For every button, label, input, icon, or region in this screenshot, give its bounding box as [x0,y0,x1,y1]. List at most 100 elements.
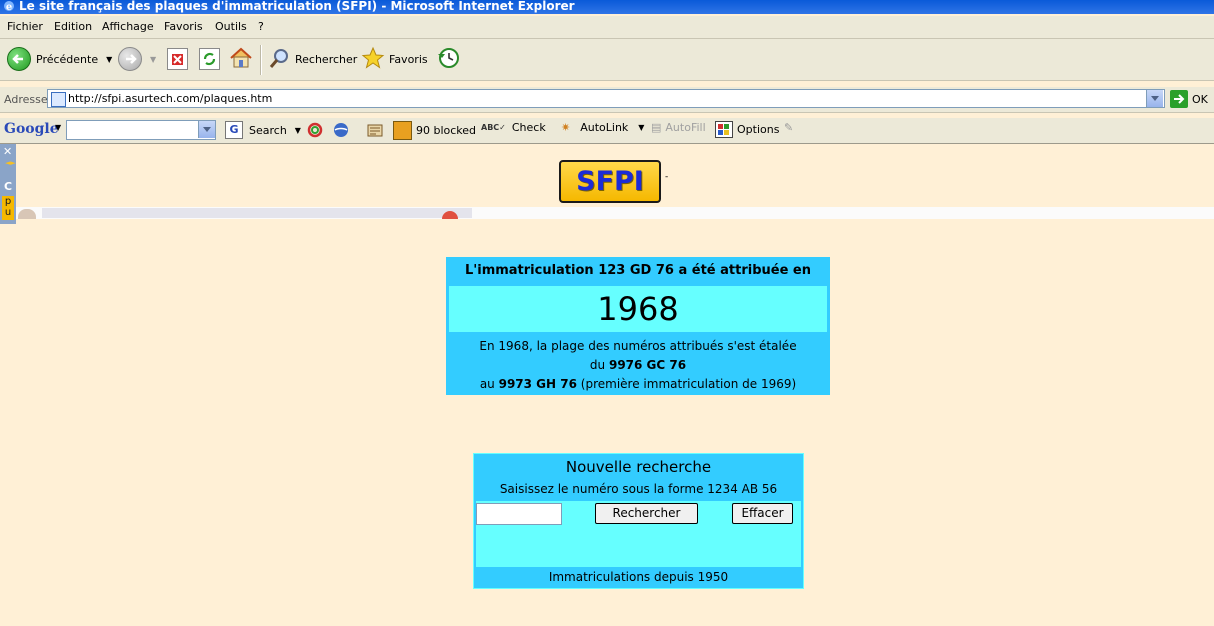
result-line-suffix: (première immatriculation de 1969) [580,377,797,391]
menu-help[interactable]: ? [258,20,264,33]
close-icon[interactable]: ✕ [3,145,12,158]
favorites-label: Favoris [389,52,428,66]
result-panel: L'immatriculation 123 GD 76 a été attrib… [446,257,830,395]
page-icon [51,92,66,107]
autofill-button[interactable]: ▤ AutoFill [651,121,706,134]
result-year: 1968 [449,286,827,332]
new-search-footer: Immatriculations depuis 1950 [548,570,729,584]
favorites-button[interactable]: Favoris [361,46,428,72]
home-button[interactable] [229,46,253,72]
search-form: Rechercher Effacer [476,501,801,567]
svg-text:e: e [6,2,12,12]
menu-favoris[interactable]: Favoris [164,20,203,33]
history-icon [436,46,462,73]
google-search-dropdown-icon[interactable] [198,121,215,138]
google-search-input[interactable] [66,120,216,140]
magnifier-icon [268,46,292,73]
star-icon [361,46,385,73]
popup-blocker-button[interactable]: 90 blocked [393,121,476,140]
effacer-button[interactable]: Effacer [732,503,793,524]
result-details: En 1968, la plage des numéros attribués … [446,337,830,394]
menu-outils[interactable]: Outils [215,20,247,33]
new-search-panel: Nouvelle recherche Saisissez le numéro s… [473,453,804,589]
google-g-icon: G [225,121,243,139]
spell-check-button[interactable]: ABC✓ Check [481,121,546,134]
address-url: http://sfpi.asurtech.com/plaques.htm [68,92,273,105]
forward-arrow-icon [118,47,142,71]
address-dropdown-icon[interactable] [1146,90,1163,107]
stop-button[interactable] [167,46,188,72]
refresh-button[interactable] [199,46,220,72]
google-logo[interactable]: Google [4,121,59,137]
autolink-dropdown-icon[interactable]: ▼ [638,123,644,132]
menu-affichage[interactable]: Affichage [102,20,154,33]
popup-blocked-count: 90 blocked [416,124,477,137]
google-toolbar: Google ▼ G Search ▼ 90 blocked ABC✓ Chec… [0,118,1214,144]
plate-end: 9973 GH 76 [498,377,577,391]
menu-edition[interactable]: Edition [54,20,92,33]
side-letter: u [4,207,12,218]
address-bar: Adresse http://sfpi.asurtech.com/plaques… [0,87,1214,113]
plate-start: 9976 GC 76 [608,358,687,372]
result-heading: L'immatriculation 123 GD 76 a été attrib… [464,263,812,278]
result-line: du 9976 GC 76 [446,356,830,375]
autofill-label: AutoFill [665,121,706,134]
menu-fichier[interactable]: Fichier [7,20,43,33]
standard-toolbar: Précédente ▼ ▼ Rechercher Favoris [0,39,1214,81]
back-label: Précédente [36,52,99,66]
explorer-side-panel[interactable]: ✕ ◄► C pu [0,144,16,224]
back-arrow-icon [7,47,31,71]
google-search-label: Search [249,123,287,137]
go-label: OK [1192,92,1208,106]
toolbar-separator [260,45,262,75]
forward-button[interactable]: ▼ [118,46,156,72]
search-label: Rechercher [295,52,358,66]
news-icon[interactable] [367,122,383,141]
new-search-title: Nouvelle recherche [565,458,712,476]
result-line: au 9973 GH 76 (première immatriculation … [446,375,830,394]
go-button[interactable]: OK [1170,90,1208,108]
back-button[interactable]: Précédente ▼ [7,46,112,72]
result-line-prefix: du [589,358,606,372]
sfpi-logo[interactable]: SFPI [559,160,661,203]
google-menu-dropdown-icon[interactable]: ▼ [55,123,61,132]
plate-input[interactable] [476,503,562,525]
google-search-button[interactable]: G Search ▼ [225,121,301,139]
home-icon [229,47,253,72]
rechercher-button[interactable]: Rechercher [595,503,698,524]
popup-blocker-icon [393,121,412,140]
go-arrow-icon [1170,90,1188,108]
menu-bar: Fichier Edition Affichage Favoris Outils… [0,16,1214,39]
highlight-pen-icon[interactable]: ✎ [784,121,793,134]
banner-highlight [42,208,472,218]
side-letter: p [4,196,12,207]
news-globe-icon[interactable] [333,122,349,141]
options-label: Options [737,123,780,136]
window-title-bar[interactable]: e Le site français des plaques d'immatri… [0,0,1214,14]
refresh-icon [199,48,220,70]
side-tab[interactable]: pu [2,196,14,220]
history-button[interactable] [436,46,462,72]
window-title: Le site français des plaques d'immatricu… [19,0,575,13]
forward-dropdown-icon[interactable]: ▼ [150,55,156,64]
autolink-button[interactable]: ✷ AutoLink ▼ [561,121,644,134]
check-label: Check [511,121,546,134]
side-letter: C [4,180,13,193]
autofill-icon: ▤ [651,121,662,134]
pagerank-icon[interactable] [307,122,323,141]
options-icon [715,121,733,138]
address-label: Adresse [4,93,48,106]
options-button[interactable]: Options [715,121,779,138]
autolink-label: AutoLink [580,121,629,134]
ie-icon: e [3,0,15,13]
search-button[interactable]: Rechercher [268,46,357,72]
address-input[interactable]: http://sfpi.asurtech.com/plaques.htm [47,89,1165,108]
spell-check-icon: ABC✓ [481,123,506,132]
autolink-icon: ✷ [561,121,571,134]
avatar [18,209,36,219]
result-line-prefix: au [479,377,495,391]
google-search-options-icon[interactable]: ▼ [295,126,301,135]
result-line: En 1968, la plage des numéros attribués … [479,339,797,353]
back-dropdown-icon[interactable]: ▼ [106,55,112,64]
arrow-icon: ◄► [5,159,16,167]
